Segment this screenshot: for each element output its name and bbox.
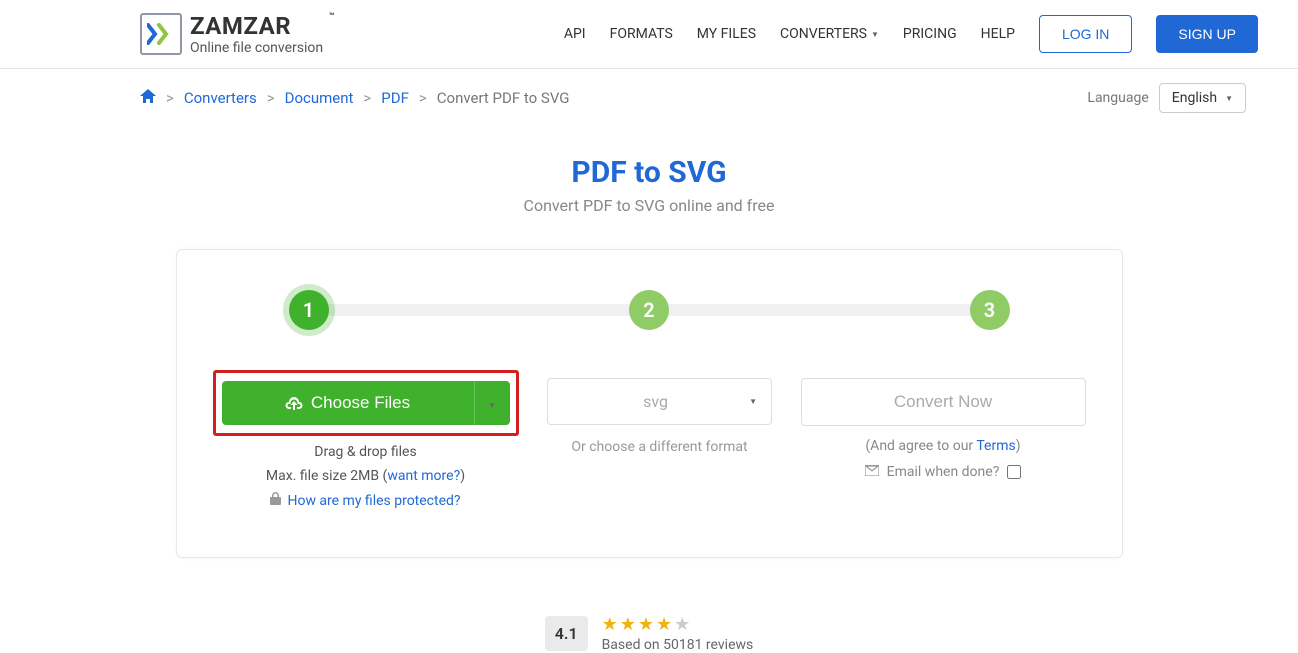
step-3-indicator: 3: [970, 290, 1010, 330]
terms-row: (And agree to our Terms): [801, 438, 1086, 454]
chevron-down-icon: ▼: [488, 401, 496, 410]
home-icon[interactable]: [140, 89, 156, 107]
language-select[interactable]: English ▼: [1159, 83, 1246, 113]
page-title: PDF to SVG: [0, 155, 1298, 190]
breadcrumb-document[interactable]: Document: [285, 89, 354, 107]
logo-name: ZAMZAR: [190, 12, 291, 40]
breadcrumb-sep: >: [363, 89, 371, 107]
highlight-box: Choose Files ▼: [213, 370, 519, 436]
controls-row: Choose Files ▼ Drag & drop files Max. fi…: [213, 370, 1086, 509]
chevron-down-icon: ▼: [871, 30, 879, 39]
breadcrumb-converters[interactable]: Converters: [184, 89, 257, 107]
nav-converters[interactable]: CONVERTERS ▼: [780, 26, 879, 42]
envelope-icon: [865, 464, 879, 480]
step-2-column: svg ▼ Or choose a different format: [539, 370, 781, 509]
max-size-hint: Max. file size 2MB (want more?): [213, 468, 519, 484]
lock-icon: [270, 492, 281, 509]
logo-tagline: Online file conversion: [190, 40, 323, 56]
rating-area: 4.1 ★★★★★ Based on 50181 reviews: [0, 614, 1298, 653]
sub-header-row: > Converters > Document > PDF > Convert …: [0, 69, 1298, 127]
chevron-down-icon: ▼: [1225, 94, 1233, 103]
language-selected: English: [1172, 90, 1217, 106]
language-area: Language English ▼: [1087, 83, 1246, 113]
chevron-down-icon: ▼: [749, 397, 757, 406]
login-button[interactable]: LOG IN: [1039, 15, 1132, 53]
language-label: Language: [1087, 90, 1148, 106]
arrows-icon: [147, 23, 175, 45]
breadcrumb-pdf[interactable]: PDF: [381, 89, 409, 107]
nav-help[interactable]: HELP: [981, 26, 1015, 42]
main-nav: API FORMATS MY FILES CONVERTERS ▼ PRICIN…: [564, 15, 1258, 53]
logo[interactable]: ZAMZAR™ Online file conversion: [140, 12, 323, 56]
steps-bar: 1 2 3: [213, 290, 1086, 330]
title-area: PDF to SVG Convert PDF to SVG online and…: [0, 155, 1298, 215]
terms-link[interactable]: Terms: [976, 438, 1015, 454]
email-when-done-label: Email when done?: [887, 464, 1000, 480]
breadcrumb-current: Convert PDF to SVG: [437, 89, 570, 107]
want-more-link[interactable]: want more?: [387, 468, 460, 484]
nav-api[interactable]: API: [564, 26, 586, 42]
nav-pricing[interactable]: PRICING: [903, 26, 957, 42]
different-format-hint: Or choose a different format: [539, 439, 781, 455]
breadcrumb-sep: >: [267, 89, 275, 107]
converter-card: 1 2 3 Choose Files ▼ Drag & drop files M…: [176, 249, 1123, 558]
choose-files-dropdown[interactable]: ▼: [474, 381, 510, 425]
breadcrumb: > Converters > Document > PDF > Convert …: [140, 89, 570, 107]
files-protected-link[interactable]: How are my files protected?: [287, 493, 460, 509]
breadcrumb-sep: >: [166, 89, 174, 107]
breadcrumb-sep: >: [419, 89, 427, 107]
page-subtitle: Convert PDF to SVG online and free: [0, 196, 1298, 215]
signup-button[interactable]: SIGN UP: [1156, 15, 1258, 53]
email-when-done-row: Email when done?: [801, 464, 1086, 480]
format-selected: svg: [643, 392, 668, 411]
drag-drop-hint: Drag & drop files: [213, 444, 519, 460]
protection-hint: How are my files protected?: [213, 492, 519, 509]
logo-icon: [140, 13, 182, 55]
site-header: ZAMZAR™ Online file conversion API FORMA…: [0, 0, 1298, 69]
email-when-done-checkbox[interactable]: [1007, 465, 1021, 479]
convert-now-button[interactable]: Convert Now: [801, 378, 1086, 426]
step-2-indicator: 2: [629, 290, 669, 330]
rating-stars: ★★★★★: [602, 614, 754, 635]
step-1-indicator: 1: [289, 290, 329, 330]
choose-files-label: Choose Files: [311, 393, 410, 413]
format-select[interactable]: svg ▼: [547, 378, 772, 425]
choose-files-button[interactable]: Choose Files: [222, 381, 474, 425]
nav-my-files[interactable]: MY FILES: [697, 26, 756, 42]
upload-cloud-icon: [285, 395, 303, 411]
logo-tm: ™: [329, 12, 335, 22]
step-1-column: Choose Files ▼ Drag & drop files Max. fi…: [213, 370, 519, 509]
rating-sub: Based on 50181 reviews: [602, 637, 754, 653]
step-3-column: Convert Now (And agree to our Terms) Ema…: [801, 370, 1086, 509]
nav-formats[interactable]: FORMATS: [610, 26, 673, 42]
rating-score: 4.1: [545, 616, 588, 651]
